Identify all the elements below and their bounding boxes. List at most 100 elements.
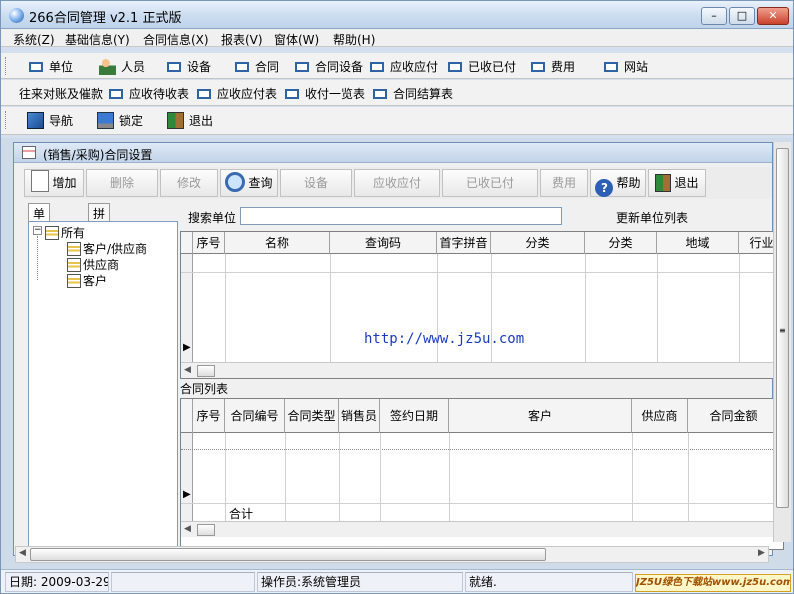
col-supplier[interactable]: 供应商 [632,399,688,433]
toolbar-contract-settlement[interactable]: 合同结算表 [373,85,453,103]
menu-basic-info[interactable]: 基础信息(Y) [65,31,130,48]
tree-node-customer[interactable]: 客户 [67,272,107,289]
toolbar-staff[interactable]: 人员 [99,58,145,76]
col-sign-date[interactable]: 签约日期 [380,399,449,433]
row-pointer-icon: ▶ [183,342,191,353]
help-button[interactable]: ? 帮助 [590,169,646,197]
expense-button[interactable]: 费用 [540,169,588,197]
menu-bar: 系统(Z) 基础信息(Y) 合同信息(X) 报表(V) 窗体(W) 帮助(H) [1,29,793,47]
toolbar-receivable-pending[interactable]: 应收待收表 [109,85,189,103]
unit-grid-hscroll[interactable]: ◀ [181,362,783,378]
watermark-text: http://www.jz5u.com [364,331,525,347]
tab-unit-type[interactable]: 单位类型 [28,203,51,272]
window-title: 266合同管理 v2.1 正式版 [29,11,182,26]
col-salesperson[interactable]: 销售员 [339,399,380,433]
toolbar-unit[interactable]: 单位 [29,58,73,76]
col-pinyin-initial[interactable]: 首字拼音 [437,232,491,254]
exit-button[interactable]: 退出 [648,169,706,197]
search-label: 搜索单位 [188,211,237,225]
status-state: 就绪. [465,572,633,592]
window-icon [448,62,462,72]
toolbar-lock[interactable]: 锁定 [97,112,143,130]
help-icon: ? [595,179,614,197]
window-icon [531,62,545,72]
tree-node-customer-supplier[interactable]: 客户/供应商 [67,240,147,257]
tree-node-supplier[interactable]: 供应商 [67,256,119,273]
contract-grid[interactable]: 序号 合同编号 合同类型 销售员 签约日期 客户 供应商 合同金额 ▶ 合计 ◀ [180,398,784,550]
toolbar-contract[interactable]: 合同 [235,58,279,76]
unit-grid[interactable]: 序号 名称 查询码 首字拼音 分类 分类 地域 行业 ▶ ◀ [180,231,784,379]
search-input[interactable] [240,207,562,225]
menu-report[interactable]: 报表(V) [221,31,263,48]
col-name[interactable]: 名称 [225,232,330,254]
tab-pinyin[interactable]: 拼音 [88,203,111,238]
toolbar-payment-overview[interactable]: 收付一览表 [285,85,365,103]
status-date: 日期: 2009-03-29 [5,572,109,592]
tree-node-all[interactable]: 所有 [45,224,85,241]
toolbar-contract-equipment[interactable]: 合同设备 [295,58,363,76]
col-index[interactable]: 序号 [193,399,225,433]
toolbar-nav: 导航 锁定 退出 [1,107,793,135]
col-category-2[interactable]: 分类 [585,232,657,254]
collapse-icon[interactable]: − [33,226,42,235]
toolbar-receivable-payable-table[interactable]: 应收应付表 [197,85,277,103]
toolbar-receivable-payable[interactable]: 应收应付 [370,58,438,76]
window-icon [29,62,43,72]
close-button[interactable]: ✕ [757,7,789,25]
col-index[interactable]: 序号 [193,232,225,254]
row-pointer-icon: ▶ [183,489,191,500]
window-icon [295,62,309,72]
add-button[interactable]: 增加 [24,169,84,197]
mdi-vscroll[interactable]: ≡ [773,142,791,542]
menu-contract-info[interactable]: 合同信息(X) [143,31,209,48]
col-customer[interactable]: 客户 [449,399,632,433]
col-region[interactable]: 地域 [657,232,739,254]
title-bar: 266合同管理 v2.1 正式版 – □ ✕ [1,1,793,29]
total-label: 合计 [229,507,254,521]
receivable-payable-button[interactable]: 应收应付 [354,169,440,197]
maximize-button[interactable]: □ [729,7,755,25]
menu-system[interactable]: 系统(Z) [13,31,55,48]
menu-help[interactable]: 帮助(H) [333,31,375,48]
window-icon [604,62,618,72]
col-contract-amount[interactable]: 合同金额 [688,399,780,433]
contract-grid-header: 序号 合同编号 合同类型 销售员 签约日期 客户 供应商 合同金额 [181,399,783,433]
window-icon [197,89,211,99]
child-title-bar: (销售/采购)合同设置 [14,143,772,163]
calendar-icon [22,146,36,159]
main-window: 266合同管理 v2.1 正式版 – □ ✕ 系统(Z) 基础信息(Y) 合同信… [0,0,794,594]
received-paid-button[interactable]: 已收已付 [442,169,538,197]
minimize-button[interactable]: – [701,7,727,25]
refresh-unit-list-button[interactable]: 更新单位列表 [616,209,688,226]
col-category-1[interactable]: 分类 [491,232,585,254]
mdi-hscroll[interactable]: ◀ ▶ [15,546,769,563]
status-bar: 日期: 2009-03-29 操作员:系统管理员 就绪. JZ5U绿色下载站ww… [1,569,793,593]
col-query-code[interactable]: 查询码 [330,232,437,254]
toolbar-equipment[interactable]: 设备 [167,58,211,76]
delete-button[interactable]: 删除 [86,169,158,197]
toolbar-website[interactable]: 网站 [604,58,648,76]
right-panel: 搜索单位 更新单位列表 序号 名称 查询码 首字拼音 分类 分类 地域 行业 ▶… [180,203,784,553]
child-window-title: (销售/采购)合同设置 [43,148,153,162]
mdi-area: (销售/采购)合同设置 增加 删除 修改 查询 设备 应收应付 已收已付 费用 … [1,138,793,570]
unit-grid-header: 序号 名称 查询码 首字拼音 分类 分类 地域 行业 [181,232,783,254]
query-button[interactable]: 查询 [220,169,278,197]
edit-button[interactable]: 修改 [160,169,218,197]
toolbar-received-paid[interactable]: 已收已付 [448,58,516,76]
contract-grid-hscroll[interactable]: ◀ [181,521,783,537]
toolbar-expense[interactable]: 费用 [531,58,575,76]
folder-icon [45,226,59,240]
window-icon [373,89,387,99]
col-contract-type[interactable]: 合同类型 [285,399,339,433]
equipment-button[interactable]: 设备 [280,169,352,197]
menu-window[interactable]: 窗体(W) [274,31,319,48]
col-contract-no[interactable]: 合同编号 [225,399,285,433]
window-icon [109,89,123,99]
toolbar-exit[interactable]: 退出 [167,112,213,130]
toolbar-navigate[interactable]: 导航 [27,112,73,130]
window-icon [370,62,384,72]
window-icon [235,62,249,72]
node-icon [67,242,81,256]
node-icon [67,274,81,288]
exit-door-icon [655,174,672,192]
